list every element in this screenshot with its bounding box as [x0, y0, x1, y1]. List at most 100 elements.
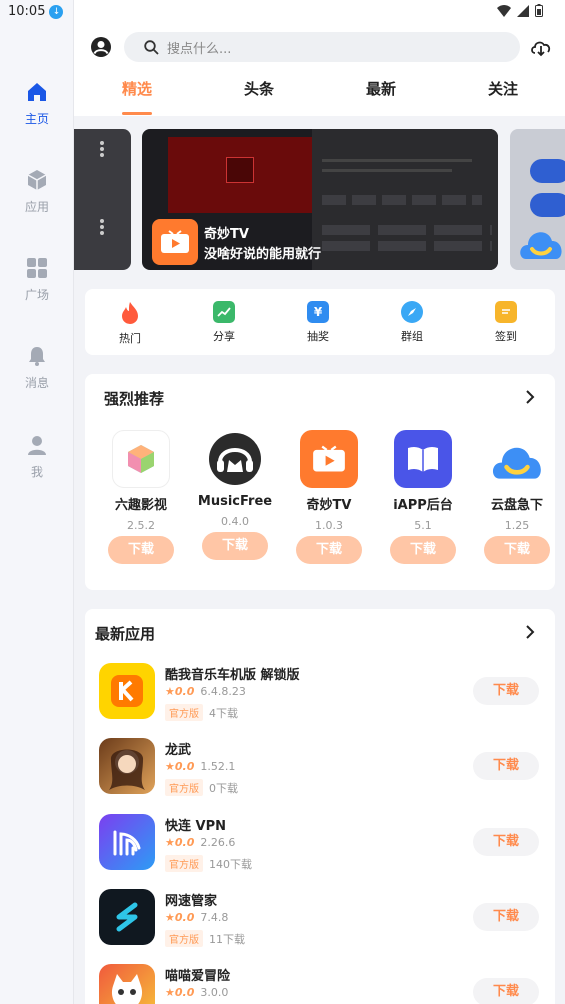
- app-name: 奇妙TV: [306, 498, 352, 513]
- wifi-icon: [497, 4, 511, 17]
- rec-app-card[interactable]: 六趣影视 2.5.2 下载: [101, 430, 181, 564]
- official-tag: 官方版: [165, 855, 203, 872]
- nav-messages[interactable]: 消息: [0, 344, 74, 391]
- official-tag: 官方版: [165, 704, 203, 721]
- banner-seal-image: [226, 157, 254, 183]
- list-item[interactable]: 快连 VPN ★0.0 2.26.6 官方版 140下载 下载: [99, 814, 539, 874]
- app-meta: ★0.0 3.0.0: [165, 986, 228, 999]
- app-version: 2.26.6: [200, 836, 236, 849]
- liuqu-app-icon: [112, 430, 170, 488]
- quick-groups[interactable]: 群组: [382, 301, 442, 344]
- app-name: iAPP后台: [393, 498, 453, 513]
- quick-lottery-label: 抽奖: [307, 330, 329, 343]
- compass-icon: [401, 301, 423, 323]
- tab-featured[interactable]: 精选: [107, 78, 167, 99]
- list-item[interactable]: 龙武 ★0.0 1.52.1 官方版 0下载 下载: [99, 738, 539, 798]
- download-button[interactable]: 下载: [473, 978, 539, 1004]
- cloud-app-icon: [520, 232, 562, 259]
- banner-title: 奇妙TV: [204, 227, 249, 242]
- download-button[interactable]: 下载: [473, 677, 539, 705]
- quick-lottery[interactable]: ¥ 抽奖: [288, 301, 348, 344]
- speed-manager-app-icon: [99, 889, 155, 945]
- app-version: 0.4.0: [221, 515, 249, 528]
- app-meta: ★0.0 2.26.6: [165, 836, 235, 849]
- quick-hot-label: 热门: [119, 332, 141, 345]
- banner-next[interactable]: [510, 129, 565, 270]
- app-name: 快连 VPN: [165, 819, 226, 834]
- banner-artwork: [168, 137, 314, 213]
- grid-icon: [27, 258, 47, 278]
- download-count: 11下载: [209, 932, 245, 946]
- tab-following[interactable]: 关注: [473, 78, 533, 99]
- rec-app-card[interactable]: MusicFree 0.4.0 下载: [195, 430, 275, 560]
- rec-app-card[interactable]: iAPP后台 5.1 下载: [383, 430, 463, 564]
- app-meta: ★0.0 6.4.8.23: [165, 685, 246, 698]
- qimiao-tv-app-icon: [300, 430, 358, 488]
- quick-actions: 热门 分享 ¥ 抽奖 群组 签到: [85, 289, 555, 355]
- rec-app-card[interactable]: 云盘急下 1.25 下载: [477, 430, 557, 564]
- nav-square[interactable]: 广场: [0, 256, 74, 303]
- nav-apps[interactable]: 应用: [0, 168, 74, 215]
- list-item[interactable]: 酷我音乐车机版 解锁版 ★0.0 6.4.8.23 官方版 4下载 下载: [99, 663, 539, 723]
- account-icon[interactable]: [90, 36, 112, 58]
- nav-me[interactable]: 我: [0, 433, 74, 480]
- home-icon: [28, 83, 46, 101]
- download-button[interactable]: 下载: [202, 532, 268, 560]
- list-item[interactable]: 网速管家 ★0.0 7.4.8 官方版 11下载 下载: [99, 889, 539, 949]
- kuwo-app-icon: [99, 663, 155, 719]
- app-version: 3.0.0: [200, 986, 229, 999]
- download-button[interactable]: 下载: [473, 828, 539, 856]
- content-area: 奇妙TV 没啥好说的能用就行 热门 分享 ¥ 抽奖 群组 签到 强烈推荐 六趣影…: [74, 116, 565, 1004]
- download-button[interactable]: 下载: [473, 752, 539, 780]
- tab-headlines[interactable]: 头条: [229, 78, 289, 99]
- download-status-icon: ↓: [49, 4, 64, 19]
- quick-checkin[interactable]: 签到: [476, 301, 536, 344]
- app-version: 1.0.3: [315, 519, 343, 532]
- nav-me-label: 我: [30, 465, 43, 479]
- app-name: 网速管家: [165, 894, 218, 909]
- tab-newest[interactable]: 最新: [351, 78, 411, 99]
- list-item[interactable]: 喵喵爱冒险 ★0.0 3.0.0 下载: [99, 964, 539, 1004]
- chevron-right-icon[interactable]: [523, 390, 537, 404]
- download-button[interactable]: 下载: [473, 903, 539, 931]
- rec-app-card[interactable]: 奇妙TV 1.0.3 下载: [289, 430, 369, 564]
- recommend-section: 强烈推荐 六趣影视 2.5.2 下载 MusicFree 0.4.0 下载 奇妙…: [85, 374, 555, 590]
- nav-home-label: 主页: [24, 112, 49, 126]
- rating: ★0.0: [165, 685, 195, 698]
- tab-bar: 精选 头条 最新 关注: [74, 78, 565, 115]
- signal-icon: [517, 4, 529, 17]
- more-dots-icon: [100, 219, 104, 235]
- download-count: 0下载: [209, 781, 238, 795]
- lottery-icon: ¥: [307, 301, 329, 323]
- calendar-icon: [495, 301, 517, 323]
- app-version: 5.1: [414, 519, 432, 532]
- app-version: 7.4.8: [200, 911, 229, 924]
- cloud-download-icon[interactable]: [529, 35, 553, 59]
- download-button[interactable]: 下载: [108, 536, 174, 564]
- quick-hot[interactable]: 热门: [100, 301, 160, 346]
- quick-share[interactable]: 分享: [194, 301, 254, 344]
- chevron-right-icon[interactable]: [523, 625, 537, 639]
- banner-main[interactable]: 奇妙TV 没啥好说的能用就行: [142, 129, 498, 270]
- cat-adventure-app-icon: [99, 964, 155, 1004]
- download-button[interactable]: 下载: [296, 536, 362, 564]
- download-button[interactable]: 下载: [390, 536, 456, 564]
- cube-icon: [27, 170, 47, 190]
- quick-share-label: 分享: [213, 330, 235, 343]
- main-panel: 搜点什么... 精选 头条 最新 关注 奇妙TV 没啥好说的能用就行 热门 分享…: [74, 0, 565, 1004]
- banner-prev[interactable]: [74, 129, 131, 270]
- app-tags: 官方版 140下载: [165, 855, 252, 872]
- rating: ★0.0: [165, 986, 195, 999]
- app-name: 云盘急下: [490, 498, 543, 513]
- search-input[interactable]: 搜点什么...: [124, 32, 520, 62]
- official-tag: 官方版: [165, 779, 203, 796]
- nav-messages-label: 消息: [24, 376, 49, 390]
- recommend-title: 强烈推荐: [104, 390, 165, 408]
- rating: ★0.0: [165, 836, 195, 849]
- search-icon: [144, 39, 159, 55]
- vpn-app-icon: [99, 814, 155, 870]
- quick-checkin-label: 签到: [495, 330, 517, 343]
- nav-home[interactable]: 主页: [0, 80, 74, 127]
- download-button[interactable]: 下载: [484, 536, 550, 564]
- app-name: 喵喵爱冒险: [165, 969, 231, 984]
